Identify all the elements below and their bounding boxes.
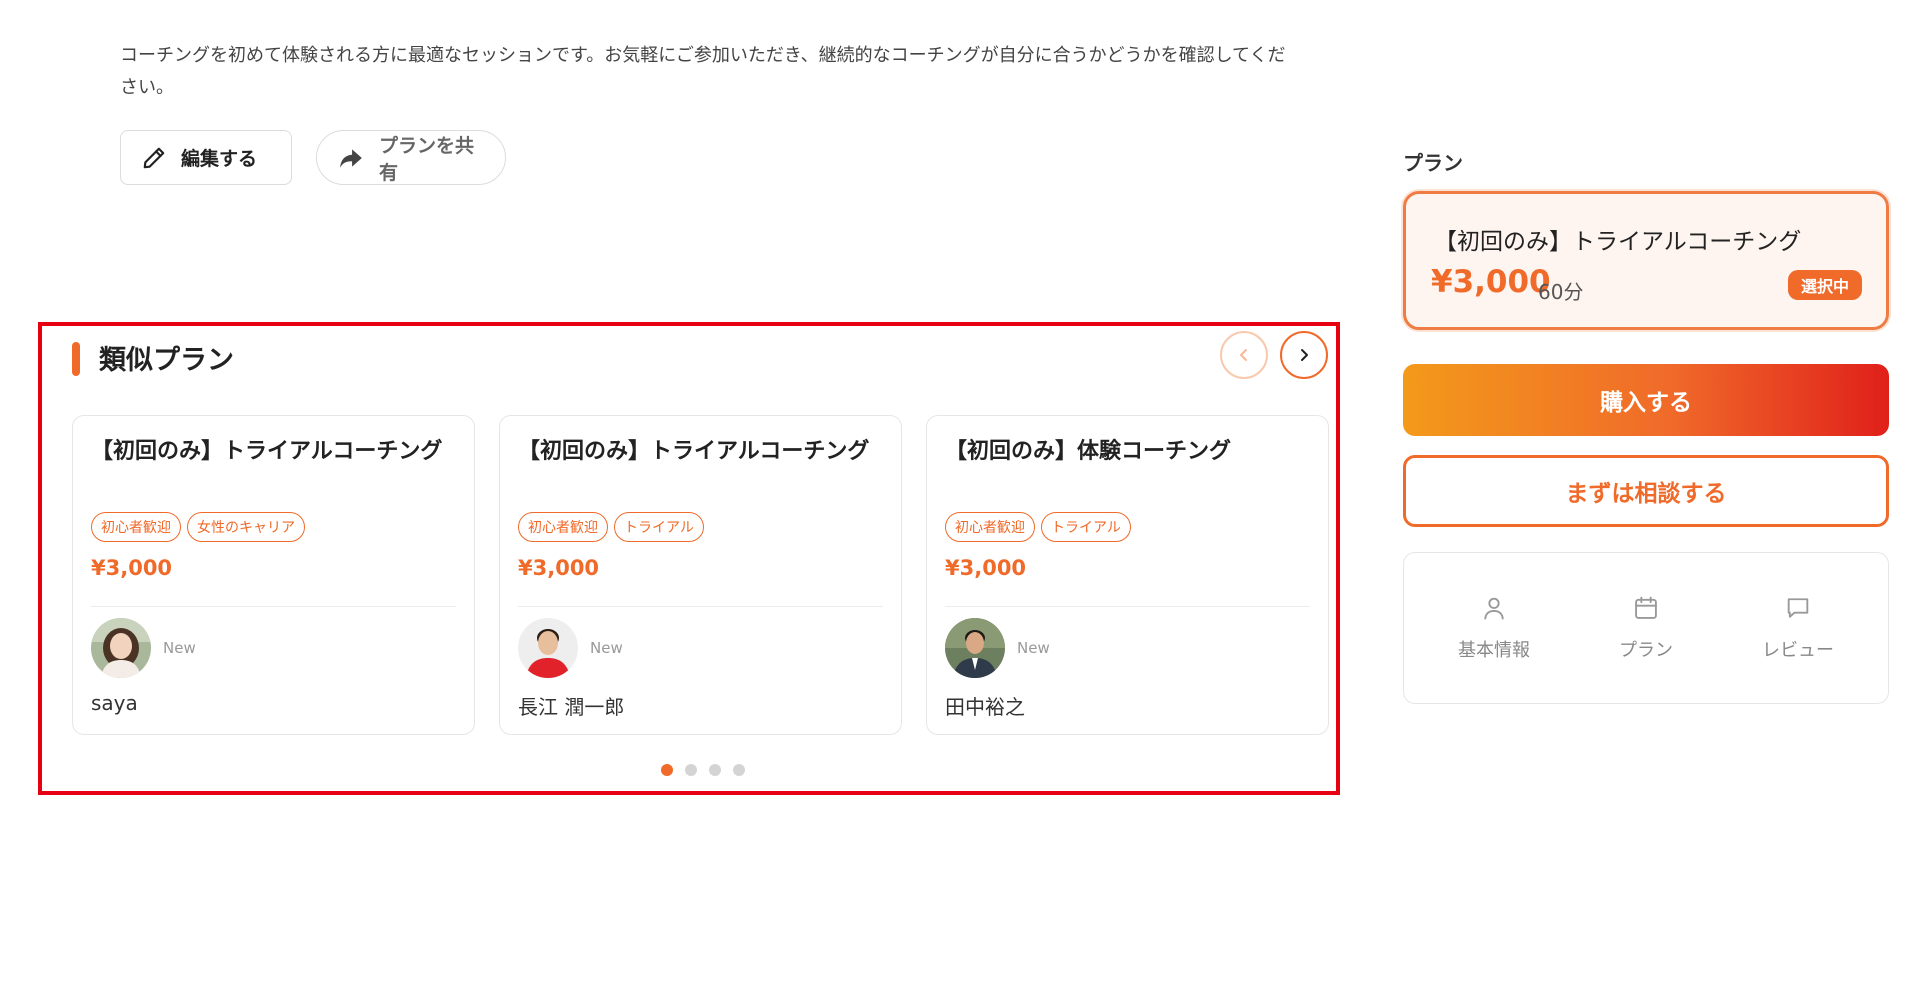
tab-basic-info[interactable]: 基本情報 <box>1429 594 1559 662</box>
card-title: 【初回のみ】体験コーチング <box>945 439 1232 464</box>
person-icon <box>1484 597 1504 620</box>
tag[interactable]: トライアル <box>1041 512 1131 542</box>
coach-avatar[interactable] <box>945 618 1005 678</box>
tag[interactable]: トライアル <box>614 512 704 542</box>
carousel-prev-button[interactable] <box>1220 331 1268 379</box>
pencil-icon <box>143 147 165 168</box>
share-arrow-icon <box>340 148 362 168</box>
page: コーチングを初めて体験される方に最適なセッションです。お気軽にご参加いただき、継… <box>0 0 1920 998</box>
coach-info: New <box>945 618 1050 678</box>
edit-button[interactable]: 編集する <box>120 130 292 185</box>
selected-plan-price: ¥3,000 <box>1431 264 1551 300</box>
coach-name: 長江 潤一郎 <box>518 695 625 719</box>
selected-plan-duration: 60分 <box>1538 280 1584 304</box>
consult-button[interactable]: まずは相談する <box>1403 455 1889 527</box>
new-badge: New <box>163 639 196 657</box>
tag[interactable]: 女性のキャリア <box>187 512 305 542</box>
card-divider <box>945 606 1310 607</box>
card-price: ¥3,000 <box>518 556 600 580</box>
similar-plan-card[interactable]: 【初回のみ】トライアルコーチング 初心者歓迎 トライアル ¥3,000 New … <box>499 415 902 735</box>
tag[interactable]: 初心者歓迎 <box>91 512 181 542</box>
selected-badge: 選択中 <box>1787 270 1862 300</box>
similar-plans-section: 類似プラン 【初回のみ】トライアルコーチング 初心者歓迎 女性のキャリア ¥3,… <box>38 322 1340 795</box>
tag[interactable]: 初心者歓迎 <box>518 512 608 542</box>
card-title: 【初回のみ】トライアルコーチング <box>91 439 443 464</box>
chevron-left-icon <box>1240 349 1247 361</box>
plan-section-label: プラン <box>1403 151 1463 175</box>
share-button[interactable]: プランを共有 <box>316 130 506 185</box>
plan-description: コーチングを初めて体験される方に最適なセッションです。お気軽にご参加いただき、継… <box>120 45 1286 98</box>
card-divider <box>91 606 456 607</box>
section-accent-bar <box>72 342 80 376</box>
card-tags: 初心者歓迎 トライアル <box>518 512 883 542</box>
chat-icon <box>1787 598 1809 618</box>
tab-label: 基本情報 <box>1458 640 1530 661</box>
plan-actions: 編集する プランを共有 <box>120 130 506 185</box>
card-tags: 初心者歓迎 女性のキャリア <box>91 512 456 542</box>
coach-info: New <box>91 618 196 678</box>
similar-plan-cards: 【初回のみ】トライアルコーチング 初心者歓迎 女性のキャリア ¥3,000 Ne… <box>72 415 1329 735</box>
selected-plan-card[interactable]: 【初回のみ】トライアルコーチング ¥3,000 60分 選択中 <box>1403 191 1889 330</box>
similar-plans-title: 類似プラン <box>99 345 234 376</box>
card-tags: 初心者歓迎 トライアル <box>945 512 1310 542</box>
purchase-button[interactable]: 購入する <box>1403 364 1889 436</box>
coach-avatar[interactable] <box>518 618 578 678</box>
pagination-dot[interactable] <box>709 764 721 776</box>
coach-avatar[interactable] <box>91 618 151 678</box>
calendar-icon <box>1635 596 1657 619</box>
coach-name: saya <box>91 691 138 715</box>
pagination-dot[interactable] <box>685 764 697 776</box>
similar-plan-card[interactable]: 【初回のみ】体験コーチング 初心者歓迎 トライアル ¥3,000 New 田中裕… <box>926 415 1329 735</box>
profile-tabs: 基本情報 プラン レビュー <box>1403 552 1889 704</box>
selected-plan-title: 【初回のみ】トライアルコーチング <box>1434 229 1802 255</box>
new-badge: New <box>590 639 623 657</box>
tag[interactable]: 初心者歓迎 <box>945 512 1035 542</box>
tab-label: プラン <box>1619 640 1673 661</box>
similar-plan-card[interactable]: 【初回のみ】トライアルコーチング 初心者歓迎 女性のキャリア ¥3,000 Ne… <box>72 415 475 735</box>
carousel-pagination <box>661 764 745 776</box>
new-badge: New <box>1017 639 1050 657</box>
card-divider <box>518 606 883 607</box>
tab-plan[interactable]: プラン <box>1581 594 1711 662</box>
chevron-right-icon <box>1301 349 1308 361</box>
card-title: 【初回のみ】トライアルコーチング <box>518 439 870 464</box>
card-price: ¥3,000 <box>91 556 173 580</box>
coach-name: 田中裕之 <box>945 695 1025 719</box>
pagination-dot-active[interactable] <box>661 764 673 776</box>
coach-info: New <box>518 618 623 678</box>
carousel-next-button[interactable] <box>1280 331 1328 379</box>
card-price: ¥3,000 <box>945 556 1027 580</box>
edit-button-label: 編集する <box>181 148 258 170</box>
tab-label: レビュー <box>1762 640 1834 661</box>
tab-review[interactable]: レビュー <box>1733 594 1863 662</box>
share-button-label: プランを共有 <box>379 134 475 184</box>
pagination-dot[interactable] <box>733 764 745 776</box>
